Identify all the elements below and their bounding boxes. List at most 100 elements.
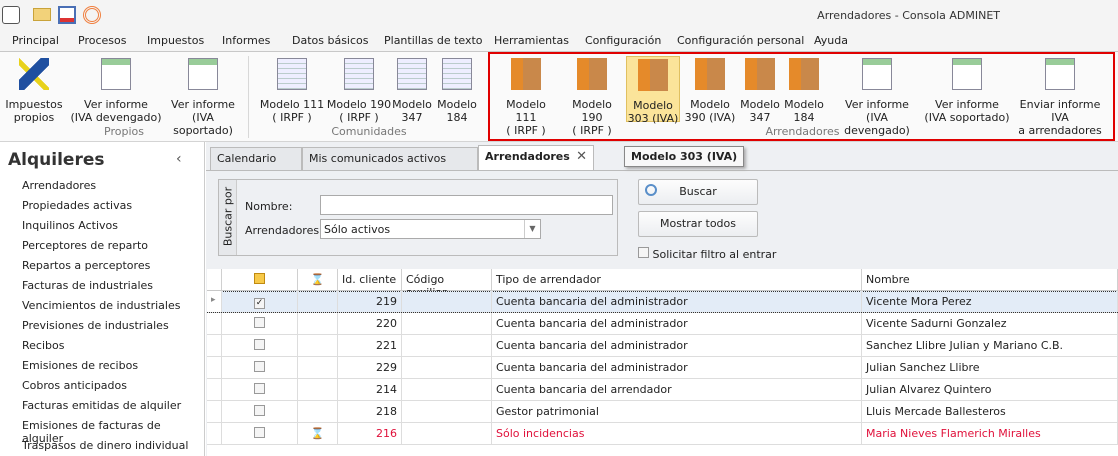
collapse-icon[interactable]: ‹ (176, 151, 182, 167)
table-row[interactable]: ▸ ✓ 219 Cuenta bancaria del administrador Vi… (207, 291, 1118, 313)
button-line-2: ( IRPF ) (272, 111, 312, 124)
select-all-checkbox[interactable] (254, 273, 265, 284)
report-icon (188, 58, 218, 90)
arrendadores-grid: ⌛ Id. clienteCódigo auxiliarTipo de arren… (207, 269, 1118, 456)
doc-tab-2[interactable]: Arrendadores ✕ (478, 145, 594, 170)
grid-cell (207, 357, 222, 378)
id-cliente-cell: 219 (338, 291, 402, 312)
tab-principal[interactable]: Principal (12, 34, 59, 47)
tab-datos-básicos[interactable]: Datos básicos (292, 34, 369, 47)
sidebar-item[interactable]: Repartos a perceptores (22, 259, 150, 272)
group-separator (248, 56, 249, 138)
sidebar-item[interactable]: Cobros anticipados (22, 379, 127, 392)
hourglass-icon: ⌛ (310, 273, 325, 286)
doc-tab-label: Arrendadores (485, 150, 570, 163)
sidebar-item[interactable]: Arrendadores (22, 179, 96, 192)
broadcast-icon[interactable] (83, 6, 101, 24)
sidebar-item[interactable]: Emisiones de recibos (22, 359, 138, 372)
nombre-cell: Maria Nieves Flamerich Miralles (862, 423, 1118, 444)
table-row[interactable]: ⌛ 216 Sólo incidencias Maria Nieves Flameri… (207, 423, 1118, 445)
ribbon-button-comunidades-0[interactable]: Modelo 111( IRPF ) (258, 56, 326, 124)
button-line-1: Modelo (392, 98, 432, 111)
arrendadores-value: Sólo activos (324, 223, 391, 236)
mail-icon[interactable] (33, 8, 51, 21)
sidebar-item[interactable]: Vencimientos de industriales (22, 299, 180, 312)
tab-herramientas[interactable]: Herramientas (494, 34, 569, 47)
sidebar-item[interactable]: Recibos (22, 339, 64, 352)
ribbon-button-propios-0[interactable]: Impuestos propios (0, 56, 68, 124)
grid-header-3[interactable]: Id. cliente (338, 269, 402, 291)
tab-ayuda[interactable]: Ayuda (814, 34, 848, 47)
report-icon (101, 58, 131, 90)
id-cliente-cell: 214 (338, 379, 402, 400)
row-checkbox[interactable] (254, 405, 265, 416)
tooltip: Modelo 303 (IVA) (624, 146, 745, 167)
sidebar-item[interactable]: Previsiones de industriales (22, 319, 169, 332)
button-line-2: 347 (401, 111, 423, 124)
grid-cell (222, 335, 298, 356)
sidebar-item[interactable]: Inquilinos Activos (22, 219, 118, 232)
doc-tab-0[interactable]: Calendario (210, 147, 302, 170)
app-icon[interactable] (2, 6, 20, 24)
row-checkbox[interactable] (254, 361, 265, 372)
row-checkbox[interactable] (254, 339, 265, 350)
quick-access-bar: Arrendadores - Consola ADMINET (0, 0, 1118, 30)
model-form-icon (344, 58, 374, 90)
tab-configuración[interactable]: Configuración (585, 34, 661, 47)
arrendadores-select[interactable]: Sólo activos ▼ (320, 219, 541, 239)
tipo-cell: Gestor patrimonial (492, 401, 862, 422)
row-indicator-icon: ▸ (207, 291, 222, 312)
arrendadores-label: Arrendadores: (245, 224, 323, 237)
row-checkbox[interactable]: ✓ (254, 298, 265, 309)
table-row[interactable]: 218 Gestor patrimonial Lluis Mercade Balle… (207, 401, 1118, 423)
tab-informes[interactable]: Informes (222, 34, 270, 47)
table-row[interactable]: 229 Cuenta bancaria del administrador Juli… (207, 357, 1118, 379)
ribbon-button-comunidades-2[interactable]: Modelo 347 (392, 56, 432, 124)
row-checkbox[interactable] (254, 317, 265, 328)
grid-cell: ✓ (222, 291, 298, 312)
close-icon[interactable]: ✕ (576, 149, 587, 164)
solicitar-filtro-checkbox[interactable]: Solicitar filtro al entrar (638, 247, 776, 261)
button-line-1: Ver informe (84, 98, 148, 111)
ribbon-button-comunidades-3[interactable]: Modelo 184 (436, 56, 478, 124)
doc-tab-1[interactable]: Mis comunicados activos (302, 147, 478, 170)
grid-header-0 (207, 269, 222, 291)
mostrar-todos-button[interactable]: Mostrar todos (638, 211, 758, 237)
sidebar-item[interactable]: Traspasos de dinero individual (22, 439, 188, 452)
sidebar-item[interactable]: Facturas emitidas de alquiler (22, 399, 181, 412)
grid-cell (222, 357, 298, 378)
tab-procesos[interactable]: Procesos (78, 34, 126, 47)
clipboard-icon[interactable] (58, 6, 76, 24)
grid-cell (222, 423, 298, 444)
tab-plantillas-de-texto[interactable]: Plantillas de texto (384, 34, 483, 47)
grid-cell (222, 313, 298, 334)
chevron-down-icon[interactable]: ▼ (524, 220, 540, 238)
row-checkbox[interactable] (254, 427, 265, 438)
tipo-cell: Cuenta bancaria del administrador (492, 313, 862, 334)
grid-header-4[interactable]: Código auxiliar (402, 269, 492, 299)
table-row[interactable]: 220 Cuenta bancaria del administrador Vice… (207, 313, 1118, 335)
tab-impuestos[interactable]: Impuestos (147, 34, 204, 47)
tab-configuración-personal[interactable]: Configuración personal (677, 34, 804, 47)
sidebar-item[interactable]: Perceptores de reparto (22, 239, 148, 252)
nombre-cell: Vicente Sadurni Gonzalez (862, 313, 1118, 334)
codigo-cell (402, 357, 492, 378)
sidebar-item[interactable]: Propiedades activas (22, 199, 132, 212)
hourglass-icon: ⌛ (310, 427, 325, 440)
button-line-2: ( IRPF ) (339, 111, 379, 124)
group-label-propios: Propios (104, 125, 144, 138)
id-cliente-cell: 229 (338, 357, 402, 378)
buscar-label: Buscar (679, 185, 717, 198)
grid-header-6[interactable]: Nombre (862, 269, 1118, 291)
buscar-button[interactable]: Buscar (638, 179, 758, 205)
ribbon-button-propios-1[interactable]: Ver informe (IVA devengado) (68, 56, 164, 124)
table-row[interactable]: 214 Cuenta bancaria del arrendador Julian … (207, 379, 1118, 401)
grid-cell (207, 313, 222, 334)
model-form-icon (397, 58, 427, 90)
table-row[interactable]: 221 Cuenta bancaria del administrador Sanc… (207, 335, 1118, 357)
grid-header-5[interactable]: Tipo de arrendador (492, 269, 862, 291)
row-checkbox[interactable] (254, 383, 265, 394)
ribbon-button-comunidades-1[interactable]: Modelo 190( IRPF ) (326, 56, 392, 124)
nombre-input[interactable] (320, 195, 613, 215)
sidebar-item[interactable]: Facturas de industriales (22, 279, 153, 292)
